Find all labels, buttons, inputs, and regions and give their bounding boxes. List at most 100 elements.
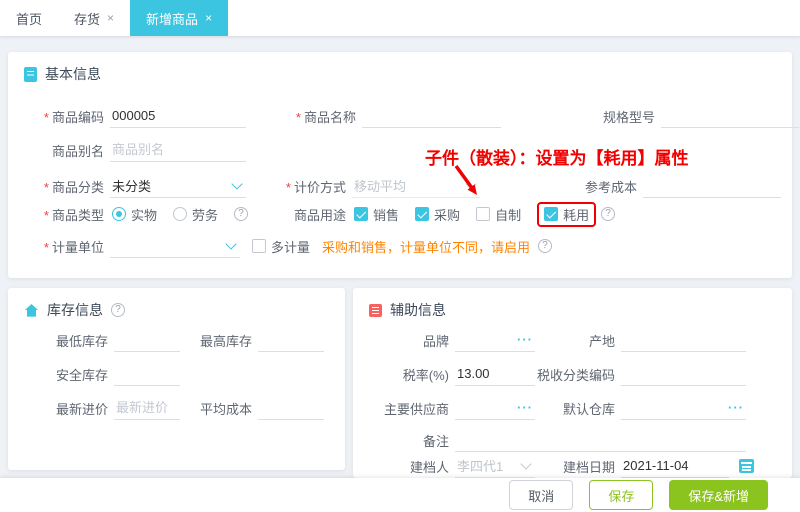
ellipsis-picker-icon[interactable]: ··· — [726, 400, 746, 415]
footer-bar: 取消 保存 保存&新增 — [0, 478, 800, 512]
checkbox-sale-label: 销售 — [373, 207, 400, 223]
avg-cost-label: 平均成本 — [199, 401, 252, 417]
reference-cost-input[interactable] — [643, 175, 781, 196]
safety-stock-label: 安全库存 — [55, 367, 108, 383]
calendar-icon[interactable] — [739, 459, 754, 473]
help-icon[interactable]: ? — [538, 239, 553, 253]
pricing-method-value: 移动平均 — [354, 179, 407, 194]
tax-rate-input[interactable] — [455, 363, 535, 384]
unit-label: 计量单位 — [8, 237, 104, 256]
unit-select[interactable] — [110, 234, 240, 258]
checkbox-purchase-label: 采购 — [434, 207, 461, 223]
basic-info-card: 基本信息 子件（散装）：设置为【耗用】属性 商品编码 商品名称 规格型号 商品别… — [8, 52, 799, 278]
product-type-label: 商品类型 — [8, 205, 104, 224]
checkbox-selfmade[interactable]: 自制 — [476, 205, 521, 224]
warehouse-label: 默认仓库 — [562, 401, 615, 417]
creator-select: 李四代1 — [455, 454, 535, 478]
chevron-down-icon — [225, 238, 237, 250]
origin-input[interactable] — [621, 329, 746, 350]
reference-cost-label: 参考成本 — [584, 179, 637, 195]
tax-code-label: 税收分类编码 — [536, 367, 615, 383]
tax-rate-label: 税率(%) — [402, 367, 449, 383]
help-icon[interactable]: ? — [601, 207, 616, 221]
create-date-label: 建档日期 — [562, 459, 615, 475]
radio-service[interactable]: 劳务 — [173, 205, 218, 224]
product-name-input[interactable] — [362, 105, 501, 126]
basic-info-title: 基本信息 — [45, 66, 101, 82]
min-stock-input[interactable] — [114, 329, 180, 350]
spec-model-input[interactable] — [661, 105, 799, 126]
tax-code-input[interactable] — [621, 363, 746, 384]
supplier-label: 主要供应商 — [383, 401, 449, 417]
product-usage-label: 商品用途 — [294, 207, 347, 223]
checkbox-checked-icon — [544, 207, 559, 221]
checkbox-consume[interactable]: 耗用 — [544, 205, 589, 224]
radio-physical-label: 实物 — [131, 207, 158, 223]
product-code-label: 商品编码 — [8, 107, 104, 126]
remark-input[interactable] — [455, 429, 746, 450]
max-stock-label: 最高库存 — [199, 333, 252, 349]
inventory-info-title: 库存信息 — [47, 302, 103, 318]
tab-new-product[interactable]: 新增商品 × — [130, 0, 229, 36]
tab-bar: 首页 存货 × 新增商品 × — [0, 0, 800, 36]
checkbox-unchecked-icon — [476, 207, 491, 221]
avg-cost-input[interactable] — [258, 397, 324, 418]
tab-new-product-label: 新增商品 — [146, 11, 199, 27]
create-date-input[interactable] — [621, 455, 729, 476]
spec-model-label: 规格型号 — [602, 109, 655, 125]
cancel-button[interactable]: 取消 — [509, 480, 574, 510]
latest-price-input[interactable] — [114, 397, 180, 418]
save-button[interactable]: 保存 — [589, 480, 654, 510]
warehouse-input[interactable] — [621, 397, 726, 418]
inventory-info-card: 库存信息 ? 最低库存 最高库存 安全库存 最新进价 平均成本 — [8, 288, 345, 470]
creator-label: 建档人 — [409, 459, 449, 475]
min-stock-label: 最低库存 — [55, 333, 108, 349]
product-name-label: 商品名称 — [273, 107, 356, 126]
save-and-new-button[interactable]: 保存&新增 — [669, 480, 768, 510]
latest-price-label: 最新进价 — [55, 401, 108, 417]
list-icon — [369, 303, 382, 317]
tab-home[interactable]: 首页 — [0, 0, 58, 36]
auxiliary-info-header: 辅助信息 — [369, 300, 446, 320]
unit-warning-text: 采购和销售，计量单位不同，请启用 — [322, 239, 531, 255]
radio-unchecked-icon — [173, 207, 188, 221]
checkbox-unchecked-icon — [252, 239, 266, 253]
close-icon[interactable]: × — [205, 12, 212, 24]
creator-value: 李四代1 — [457, 459, 504, 474]
product-category-value: 未分类 — [112, 179, 152, 194]
tab-home-label: 首页 — [16, 11, 43, 27]
product-code-input[interactable] — [110, 105, 246, 126]
auxiliary-info-title: 辅助信息 — [390, 302, 446, 318]
document-icon — [24, 66, 37, 82]
radio-physical[interactable]: 实物 — [112, 205, 157, 224]
brand-input[interactable] — [455, 329, 515, 350]
auxiliary-info-card: 辅助信息 品牌 ··· 产地 税率(%) 税收分类编码 主要供应商 ··· 默认… — [353, 288, 792, 478]
ellipsis-picker-icon[interactable]: ··· — [515, 332, 535, 347]
max-stock-input[interactable] — [258, 329, 324, 350]
checkbox-consume-label: 耗用 — [563, 207, 590, 223]
help-icon[interactable]: ? — [234, 207, 249, 221]
pricing-method-label: 计价方式 — [276, 177, 346, 196]
close-icon[interactable]: × — [107, 12, 114, 24]
product-category-select[interactable]: 未分类 — [110, 174, 246, 198]
radio-checked-icon — [112, 207, 126, 221]
safety-stock-input[interactable] — [114, 363, 180, 384]
inventory-info-header: 库存信息 ? — [24, 300, 125, 320]
checkbox-sale[interactable]: 销售 — [354, 205, 399, 224]
checkbox-checked-icon — [415, 207, 430, 221]
tab-inventory-label: 存货 — [74, 11, 101, 27]
checkbox-multi-unit[interactable]: 多计量 — [252, 237, 310, 256]
radio-service-label: 劳务 — [192, 207, 219, 223]
supplier-input[interactable] — [455, 397, 515, 418]
brand-label: 品牌 — [422, 333, 449, 349]
product-alias-label: 商品别名 — [51, 143, 104, 159]
chevron-down-icon — [231, 178, 243, 190]
checkbox-selfmade-label: 自制 — [495, 207, 522, 223]
checkbox-purchase[interactable]: 采购 — [415, 205, 460, 224]
tab-inventory[interactable]: 存货 × — [58, 0, 130, 36]
ellipsis-picker-icon[interactable]: ··· — [515, 400, 535, 415]
help-icon[interactable]: ? — [111, 303, 125, 317]
chevron-down-icon — [520, 458, 532, 470]
product-alias-input[interactable] — [110, 139, 246, 160]
basic-info-header: 基本信息 — [24, 64, 101, 84]
